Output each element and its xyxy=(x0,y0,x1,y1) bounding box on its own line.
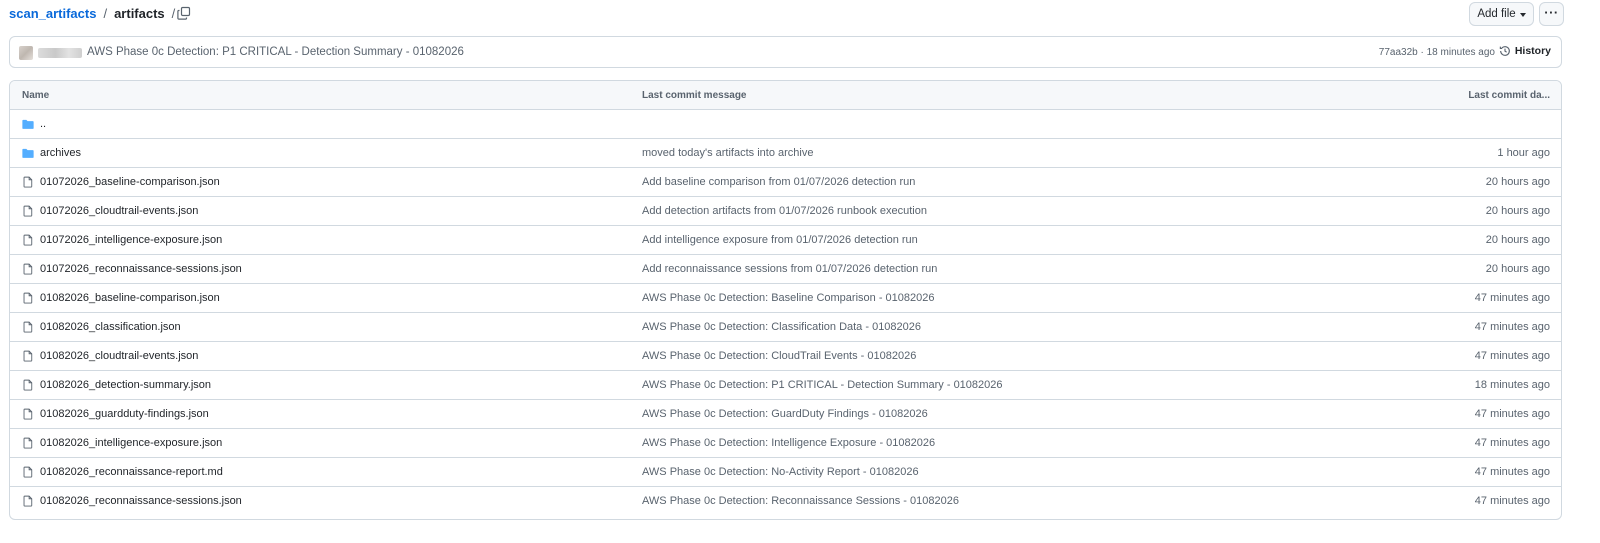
file-name-link[interactable]: 01082026_guardduty-findings.json xyxy=(40,408,209,420)
commit-message-link[interactable]: AWS Phase 0c Detection: Baseline Compari… xyxy=(642,292,934,304)
commit-message-link[interactable]: Add baseline comparison from 01/07/2026 … xyxy=(642,176,915,188)
file-icon xyxy=(22,437,34,449)
table-row[interactable]: 01082026_classification.json AWS Phase 0c… xyxy=(10,313,1561,342)
breadcrumb-trailing-separator: / xyxy=(171,6,176,21)
history-button[interactable]: History xyxy=(1499,45,1551,57)
add-file-label: Add file xyxy=(1477,8,1516,20)
commit-message-link[interactable]: Add intelligence exposure from 01/07/202… xyxy=(642,234,918,246)
table-row[interactable]: .. xyxy=(10,110,1561,139)
latest-commit-message[interactable]: AWS Phase 0c Detection: P1 CRITICAL - De… xyxy=(87,46,464,58)
latest-commit-meta[interactable]: 77aa32b · 18 minutes ago xyxy=(1379,47,1495,58)
commit-date: 47 minutes ago xyxy=(1474,350,1550,362)
latest-commit-bar: AWS Phase 0c Detection: P1 CRITICAL - De… xyxy=(9,36,1562,68)
folder-icon xyxy=(22,147,34,159)
table-row[interactable]: 01082026_detection-summary.json AWS Phase… xyxy=(10,371,1561,400)
folder-name-link[interactable]: archives xyxy=(40,147,81,159)
column-header-name: Name xyxy=(22,90,50,101)
file-table: Name Last commit message Last commit da.… xyxy=(9,80,1562,520)
file-name-link[interactable]: 01082026_detection-summary.json xyxy=(40,379,211,391)
table-row[interactable]: 01072026_reconnaissance-sessions.json Add… xyxy=(10,255,1561,284)
table-row[interactable]: 01072026_intelligence-exposure.json Add i… xyxy=(10,226,1561,255)
commit-date: 47 minutes ago xyxy=(1474,466,1550,478)
file-icon xyxy=(22,321,34,333)
commit-message-link[interactable]: AWS Phase 0c Detection: No-Activity Repo… xyxy=(642,466,919,478)
file-icon xyxy=(22,495,34,507)
commit-date: 47 minutes ago xyxy=(1474,495,1550,507)
commit-message-link[interactable]: AWS Phase 0c Detection: Classification D… xyxy=(642,321,921,333)
commit-message-link[interactable]: AWS Phase 0c Detection: GuardDuty Findin… xyxy=(642,408,928,420)
table-row[interactable]: archives moved today's artifacts into arc… xyxy=(10,139,1561,168)
table-row[interactable]: 01082026_baseline-comparison.json AWS Pha… xyxy=(10,284,1561,313)
file-icon xyxy=(22,292,34,304)
file-icon xyxy=(22,466,34,478)
history-icon xyxy=(1499,46,1510,56)
file-icon xyxy=(22,234,34,246)
commit-date: 20 hours ago xyxy=(1485,263,1550,275)
folder-icon xyxy=(22,118,34,130)
commit-message-link[interactable]: AWS Phase 0c Detection: CloudTrail Event… xyxy=(642,350,916,362)
file-name-link[interactable]: 01082026_baseline-comparison.json xyxy=(40,292,220,304)
commit-message-link[interactable]: moved today's artifacts into archive xyxy=(642,147,813,159)
file-icon xyxy=(22,176,34,188)
file-icon xyxy=(22,205,34,217)
folder-name-link[interactable]: .. xyxy=(40,118,46,130)
commit-date: 47 minutes ago xyxy=(1474,321,1550,333)
commit-message-link[interactable]: Add detection artifacts from 01/07/2026 … xyxy=(642,205,927,217)
commit-message-link[interactable]: AWS Phase 0c Detection: Intelligence Exp… xyxy=(642,437,935,449)
commit-date: 18 minutes ago xyxy=(1474,379,1550,391)
table-row[interactable]: 01072026_baseline-comparison.json Add bas… xyxy=(10,168,1561,197)
table-row[interactable]: 01082026_reconnaissance-report.md AWS Pha… xyxy=(10,458,1561,487)
history-label: History xyxy=(1514,45,1551,57)
top-bar: scan_artifacts / artifacts / Add file ··… xyxy=(0,0,1600,28)
commit-date: 20 hours ago xyxy=(1485,234,1550,246)
table-row[interactable]: 01082026_guardduty-findings.json AWS Phas… xyxy=(10,400,1561,429)
more-options-button[interactable]: ··· xyxy=(1539,2,1564,26)
table-row[interactable]: 01082026_cloudtrail-events.json AWS Phase… xyxy=(10,342,1561,371)
commit-author-redacted[interactable] xyxy=(38,48,82,58)
file-icon xyxy=(22,379,34,391)
file-name-link[interactable]: 01082026_intelligence-exposure.json xyxy=(40,437,222,449)
file-name-link[interactable]: 01082026_reconnaissance-report.md xyxy=(40,466,223,478)
chevron-down-icon xyxy=(1519,12,1526,17)
file-icon xyxy=(22,408,34,420)
commit-date: 20 hours ago xyxy=(1485,176,1550,188)
commit-date: 20 hours ago xyxy=(1485,205,1550,217)
file-name-link[interactable]: 01072026_reconnaissance-sessions.json xyxy=(40,263,242,275)
column-header-message: Last commit message xyxy=(642,90,747,101)
file-name-link[interactable]: 01082026_cloudtrail-events.json xyxy=(40,350,198,362)
avatar[interactable] xyxy=(19,46,33,60)
table-row[interactable]: 01082026_intelligence-exposure.json AWS P… xyxy=(10,429,1561,458)
file-name-link[interactable]: 01082026_classification.json xyxy=(40,321,181,333)
table-row[interactable]: 01082026_reconnaissance-sessions.json AWS… xyxy=(10,487,1561,516)
commit-date: 47 minutes ago xyxy=(1474,437,1550,449)
commit-message-link[interactable]: AWS Phase 0c Detection: P1 CRITICAL - De… xyxy=(642,379,1003,391)
table-row[interactable]: 01072026_cloudtrail-events.json Add detec… xyxy=(10,197,1561,226)
commit-date: 47 minutes ago xyxy=(1474,408,1550,420)
table-header: Name Last commit message Last commit da.… xyxy=(10,81,1561,110)
breadcrumb-current: artifacts xyxy=(114,6,165,21)
breadcrumb-root-link[interactable]: scan_artifacts xyxy=(9,6,96,21)
commit-message-link[interactable]: Add reconnaissance sessions from 01/07/2… xyxy=(642,263,937,275)
breadcrumb: scan_artifacts / artifacts / xyxy=(9,6,182,21)
column-header-date: Last commit da... xyxy=(1468,90,1550,101)
copy-path-icon[interactable] xyxy=(176,5,192,21)
file-name-link[interactable]: 01072026_intelligence-exposure.json xyxy=(40,234,222,246)
commit-message-link[interactable]: AWS Phase 0c Detection: Reconnaissance S… xyxy=(642,495,959,507)
file-icon xyxy=(22,263,34,275)
file-name-link[interactable]: 01082026_reconnaissance-sessions.json xyxy=(40,495,242,507)
file-icon xyxy=(22,350,34,362)
file-name-link[interactable]: 01072026_cloudtrail-events.json xyxy=(40,205,198,217)
breadcrumb-separator: / xyxy=(103,6,108,21)
add-file-button[interactable]: Add file xyxy=(1469,2,1534,26)
commit-date: 1 hour ago xyxy=(1497,147,1550,159)
file-name-link[interactable]: 01072026_baseline-comparison.json xyxy=(40,176,220,188)
commit-date: 47 minutes ago xyxy=(1474,292,1550,304)
